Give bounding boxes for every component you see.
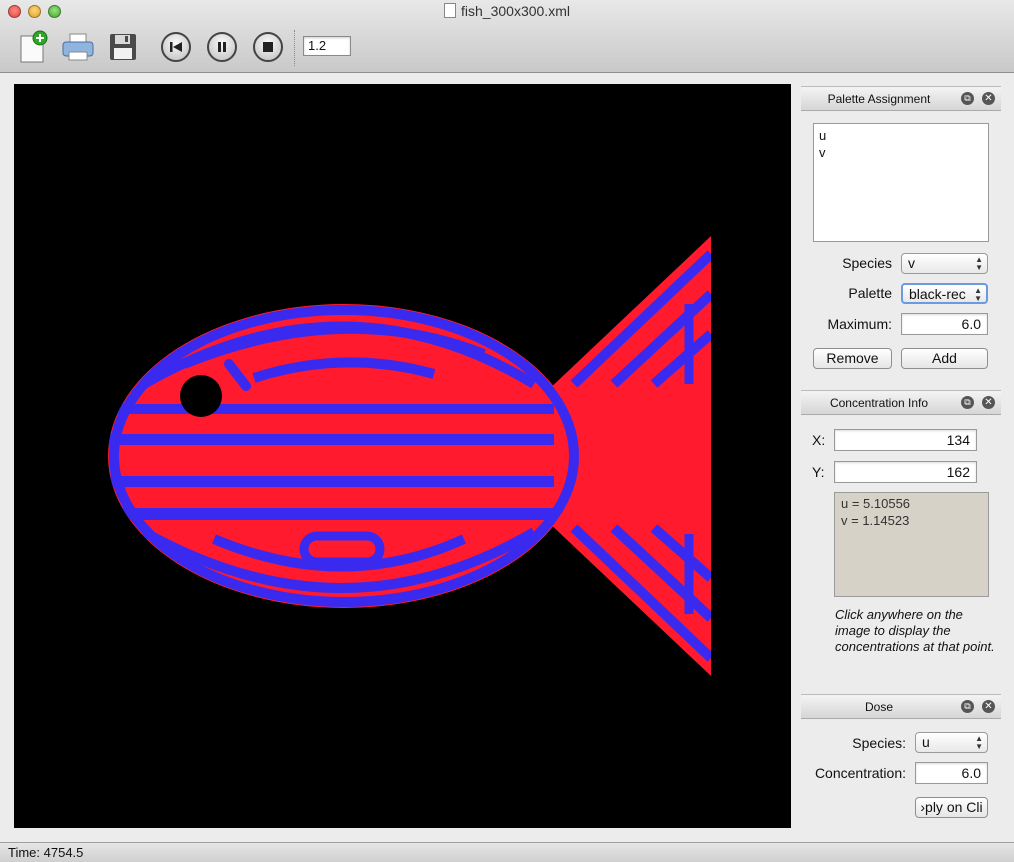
fish-pattern-image	[108, 236, 711, 676]
fish-eye	[180, 375, 222, 417]
x-coordinate-field[interactable]: 134	[834, 429, 977, 451]
dose-species-select[interactable]: u ▲ ▼	[915, 732, 988, 753]
concentration-hint: Click anywhere on the image to display t…	[835, 607, 995, 654]
concentration-panel-header: Concentration Info ⧉ ✕	[801, 390, 1001, 415]
save-button[interactable]	[106, 29, 140, 65]
species-label: Species	[842, 255, 892, 271]
palette-select-value: black-rec	[909, 286, 966, 302]
stop-button[interactable]	[251, 29, 285, 65]
concentration-input[interactable]: 6.0	[915, 762, 988, 784]
palette-select[interactable]: black-rec ▲ ▼	[901, 283, 988, 304]
concentration-panel-title: Concentration Info	[829, 396, 929, 410]
window-toolbar: fish_300x300.xml 1.2	[0, 0, 1014, 73]
speed-input[interactable]: 1.2	[303, 36, 351, 56]
document-icon	[444, 3, 457, 18]
readout-line: v = 1.14523	[841, 513, 910, 528]
float-panel-icon[interactable]: ⧉	[961, 92, 974, 105]
concentration-readout: u = 5.10556 v = 1.14523	[834, 492, 989, 597]
stop-icon	[253, 32, 283, 62]
float-panel-icon[interactable]: ⧉	[961, 700, 974, 713]
x-label: X:	[812, 432, 826, 448]
print-button[interactable]	[60, 29, 96, 65]
rewind-button[interactable]	[159, 29, 193, 65]
window-title: fish_300x300.xml	[0, 3, 1014, 19]
list-item[interactable]: v	[819, 144, 983, 161]
list-item[interactable]: u	[819, 127, 983, 144]
new-document-icon	[20, 30, 48, 63]
simulation-time: Time: 4754.5	[8, 845, 84, 860]
close-panel-icon[interactable]: ✕	[982, 92, 995, 105]
y-label: Y:	[812, 464, 825, 480]
save-icon	[110, 34, 136, 60]
status-bar: Time: 4754.5	[0, 842, 1014, 862]
print-icon	[62, 33, 94, 61]
y-coordinate-field[interactable]: 162	[834, 461, 977, 483]
remove-button[interactable]: Remove	[813, 348, 892, 369]
toolbar-separator	[294, 30, 295, 66]
palette-panel-header: Palette Assignment ⧉ ✕	[801, 86, 1001, 111]
close-panel-icon[interactable]: ✕	[982, 700, 995, 713]
dose-species-label: Species:	[852, 735, 906, 751]
select-arrows-icon: ▲ ▼	[975, 734, 983, 751]
maximum-input[interactable]: 6.0	[901, 313, 988, 335]
close-panel-icon[interactable]: ✕	[982, 396, 995, 409]
readout-line: u = 5.10556	[841, 496, 911, 511]
species-list[interactable]: u v	[813, 123, 989, 242]
add-button[interactable]: Add	[901, 348, 988, 369]
dose-panel-title: Dose	[864, 700, 893, 714]
species-select[interactable]: v ▲ ▼	[901, 253, 988, 274]
pause-icon	[207, 32, 237, 62]
simulation-canvas[interactable]	[14, 84, 791, 828]
rewind-icon	[161, 32, 191, 62]
float-panel-icon[interactable]: ⧉	[961, 396, 974, 409]
maximum-label: Maximum:	[827, 316, 892, 332]
dose-panel-header: Dose ⧉ ✕	[801, 694, 1001, 719]
concentration-label: Concentration:	[814, 765, 906, 781]
species-select-value: v	[908, 255, 915, 271]
palette-label: Palette	[848, 285, 892, 301]
dose-species-value: u	[922, 734, 930, 750]
select-arrows-icon: ▲ ▼	[975, 255, 983, 272]
select-arrows-icon: ▲ ▼	[974, 286, 982, 303]
apply-on-click-button[interactable]: ›ply on Cli	[915, 797, 988, 818]
palette-panel-title: Palette Assignment	[827, 92, 931, 106]
pause-button[interactable]	[205, 29, 239, 65]
new-document-button[interactable]	[16, 29, 50, 65]
